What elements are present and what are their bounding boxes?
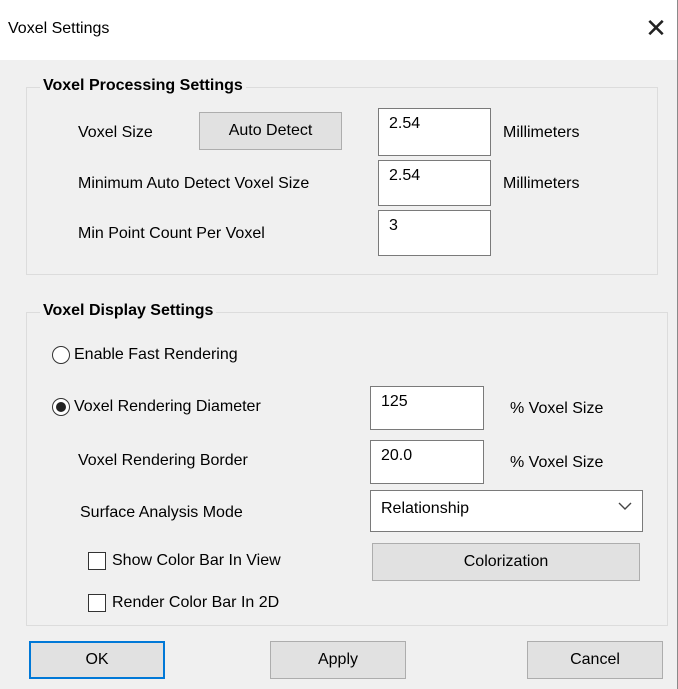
min-auto-detect-input[interactable]: 2.54 <box>378 160 491 206</box>
rendering-border-unit: % Voxel Size <box>510 454 604 471</box>
processing-group-title: Voxel Processing Settings <box>40 77 246 95</box>
voxel-settings-dialog: Voxel Settings ✕ Voxel Processing Settin… <box>0 0 678 689</box>
rendering-diameter-label[interactable]: Voxel Rendering Diameter <box>74 398 261 416</box>
window-title: Voxel Settings <box>8 20 110 37</box>
show-color-bar-checkbox[interactable] <box>88 552 106 570</box>
fast-rendering-radio[interactable] <box>52 346 70 364</box>
close-icon[interactable]: ✕ <box>640 12 672 44</box>
rendering-border-input[interactable]: 20.0 <box>370 440 484 484</box>
min-point-count-label: Min Point Count Per Voxel <box>78 225 265 242</box>
title-bar: Voxel Settings ✕ <box>0 0 677 60</box>
rendering-diameter-unit: % Voxel Size <box>510 400 604 417</box>
min-auto-detect-label: Minimum Auto Detect Voxel Size <box>78 175 310 192</box>
show-color-bar-label[interactable]: Show Color Bar In View <box>112 552 281 570</box>
fast-rendering-label[interactable]: Enable Fast Rendering <box>74 346 238 364</box>
voxel-size-unit: Millimeters <box>503 124 580 141</box>
chevron-down-icon <box>618 502 632 510</box>
min-auto-detect-unit: Millimeters <box>503 175 580 192</box>
auto-detect-button[interactable]: Auto Detect <box>199 112 342 150</box>
colorization-button[interactable]: Colorization <box>372 543 640 581</box>
min-point-count-input[interactable]: 3 <box>378 210 491 256</box>
rendering-border-label: Voxel Rendering Border <box>78 452 248 469</box>
surface-analysis-value: Relationship <box>381 500 470 517</box>
ok-button[interactable]: OK <box>29 641 165 679</box>
apply-button[interactable]: Apply <box>270 641 406 679</box>
rendering-diameter-radio[interactable] <box>52 398 70 416</box>
voxel-size-input[interactable]: 2.54 <box>378 108 491 156</box>
voxel-size-label: Voxel Size <box>78 124 153 141</box>
render-color-bar-checkbox[interactable] <box>88 594 106 612</box>
rendering-diameter-input[interactable]: 125 <box>370 386 484 430</box>
cancel-button[interactable]: Cancel <box>527 641 663 679</box>
display-group-title: Voxel Display Settings <box>40 302 217 320</box>
surface-analysis-select[interactable]: Relationship <box>370 490 643 532</box>
surface-analysis-label: Surface Analysis Mode <box>80 504 243 521</box>
render-color-bar-label[interactable]: Render Color Bar In 2D <box>112 594 279 612</box>
